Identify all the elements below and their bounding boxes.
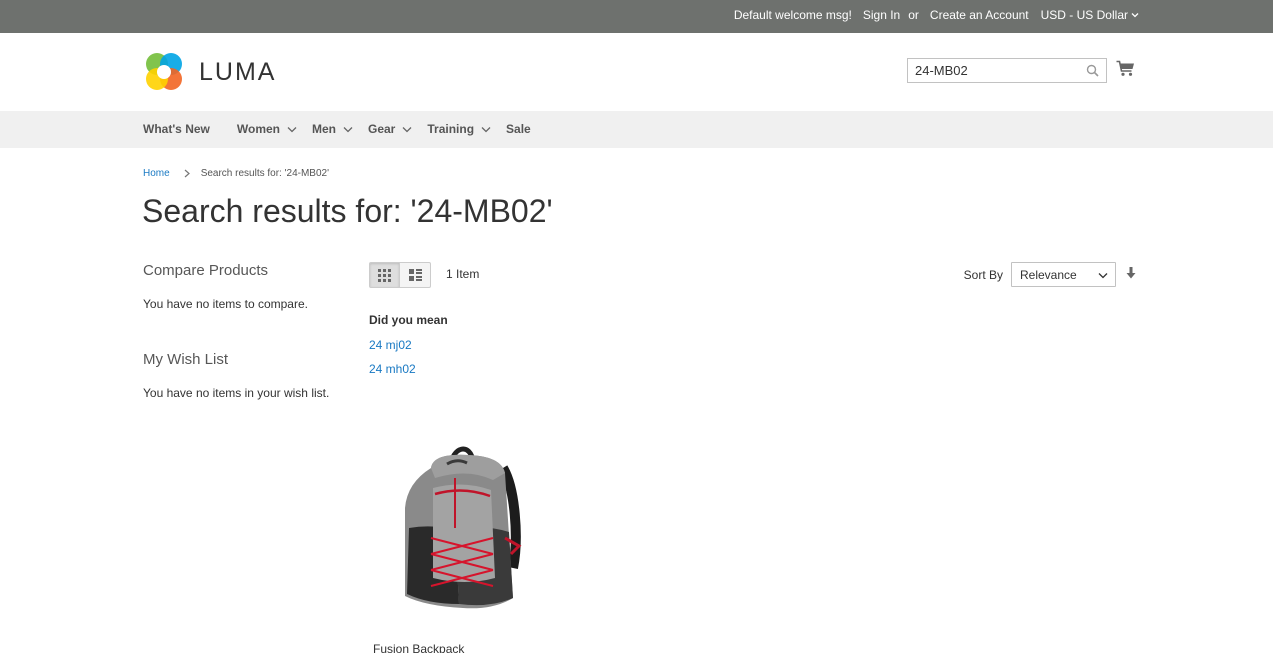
sidebar: Compare Products You have no items to co…	[143, 262, 353, 400]
currency-switcher[interactable]: USD - US Dollar	[1041, 8, 1139, 22]
wishlist-title: My Wish List	[143, 351, 229, 368]
search-icon	[1086, 64, 1099, 77]
header-links: Default welcome msg! Sign In or Create a…	[734, 8, 1139, 22]
nav-item-gear[interactable]: Gear	[368, 122, 412, 136]
chevron-down-icon	[1098, 273, 1108, 279]
product-name-link[interactable]: Fusion Backpack	[373, 642, 543, 653]
nav-item-label: Men	[312, 122, 336, 136]
did-you-mean-block: Did you mean 24 mj02 24 mh02	[369, 313, 448, 376]
products-toolbar: 1 Item Sort By Relevance	[369, 262, 1136, 288]
nav-item-sale[interactable]: Sale	[506, 122, 531, 136]
breadcrumb-current: Search results for: '24-MB02'	[200, 168, 330, 179]
nav-item-label: Sale	[506, 122, 531, 136]
or-separator: or	[908, 8, 919, 22]
nav-item-label: Training	[427, 122, 475, 136]
product-item: Fusion Backpack	[373, 428, 543, 653]
grid-icon	[378, 268, 391, 282]
sort-by-value: Relevance	[1020, 268, 1077, 282]
luma-logo-icon	[146, 53, 182, 90]
page-title: Search results for: '24-MB02'	[142, 193, 553, 229]
sorter: Sort By Relevance	[964, 262, 1136, 287]
chevron-down-icon	[343, 126, 353, 132]
nav-item-label: Women	[236, 122, 280, 136]
grid-view-button[interactable]	[369, 262, 400, 288]
wishlist-block: My Wish List You have no items in your w…	[143, 351, 353, 400]
chevron-right-icon	[184, 169, 190, 178]
logo-text: LUMA	[199, 57, 277, 86]
list-view-button[interactable]	[400, 262, 431, 288]
search-button[interactable]	[1086, 64, 1099, 80]
backpack-image	[405, 446, 522, 609]
sort-by-select[interactable]: Relevance	[1011, 262, 1116, 287]
sort-by-label: Sort By	[963, 267, 1003, 282]
top-bar: Default welcome msg! Sign In or Create a…	[0, 0, 1273, 33]
site-header: LUMA	[0, 33, 1273, 111]
chevron-down-icon	[402, 126, 412, 132]
product-image[interactable]	[373, 428, 543, 628]
search-box	[907, 58, 1107, 83]
nav-item-whats-new[interactable]: What's New	[143, 122, 210, 136]
list-icon	[408, 269, 422, 281]
nav-item-women[interactable]: Women	[237, 122, 297, 136]
breadcrumb-home-link[interactable]: Home	[143, 168, 170, 179]
nav-item-label: What's New	[143, 122, 210, 136]
chevron-down-icon	[287, 126, 297, 132]
suggestion-link[interactable]: 24 mh02	[369, 362, 448, 376]
view-mode-switcher	[369, 262, 431, 288]
nav-item-men[interactable]: Men	[312, 122, 353, 136]
welcome-message: Default welcome msg!	[733, 8, 852, 22]
minicart-button[interactable]	[1116, 60, 1135, 80]
currency-label: USD - US Dollar	[1040, 8, 1128, 22]
wishlist-empty-message: You have no items in your wish list.	[143, 386, 330, 400]
nav-item-label: Gear	[368, 122, 396, 136]
create-account-link[interactable]: Create an Account	[930, 8, 1029, 22]
chevron-down-icon	[1131, 13, 1139, 18]
did-you-mean-title: Did you mean	[369, 313, 448, 327]
suggestion-link[interactable]: 24 mj02	[369, 338, 448, 352]
nav-item-training[interactable]: Training	[427, 122, 491, 136]
main-navigation: What's New Women Men Gear Training Sale	[0, 111, 1273, 148]
compare-empty-message: You have no items to compare.	[143, 297, 308, 311]
search-input[interactable]	[908, 59, 1080, 82]
shopping-cart-icon	[1116, 60, 1134, 76]
toolbar-item-count: 1 Item	[446, 267, 480, 281]
compare-products-title: Compare Products	[143, 262, 269, 279]
breadcrumb: Home Search results for: '24-MB02'	[143, 168, 329, 179]
chevron-down-icon	[481, 126, 491, 132]
sign-in-link[interactable]: Sign In	[863, 8, 900, 22]
sort-direction-button[interactable]	[1126, 267, 1136, 282]
luma-logo[interactable]: LUMA	[143, 51, 276, 93]
arrow-down-icon	[1126, 267, 1136, 279]
